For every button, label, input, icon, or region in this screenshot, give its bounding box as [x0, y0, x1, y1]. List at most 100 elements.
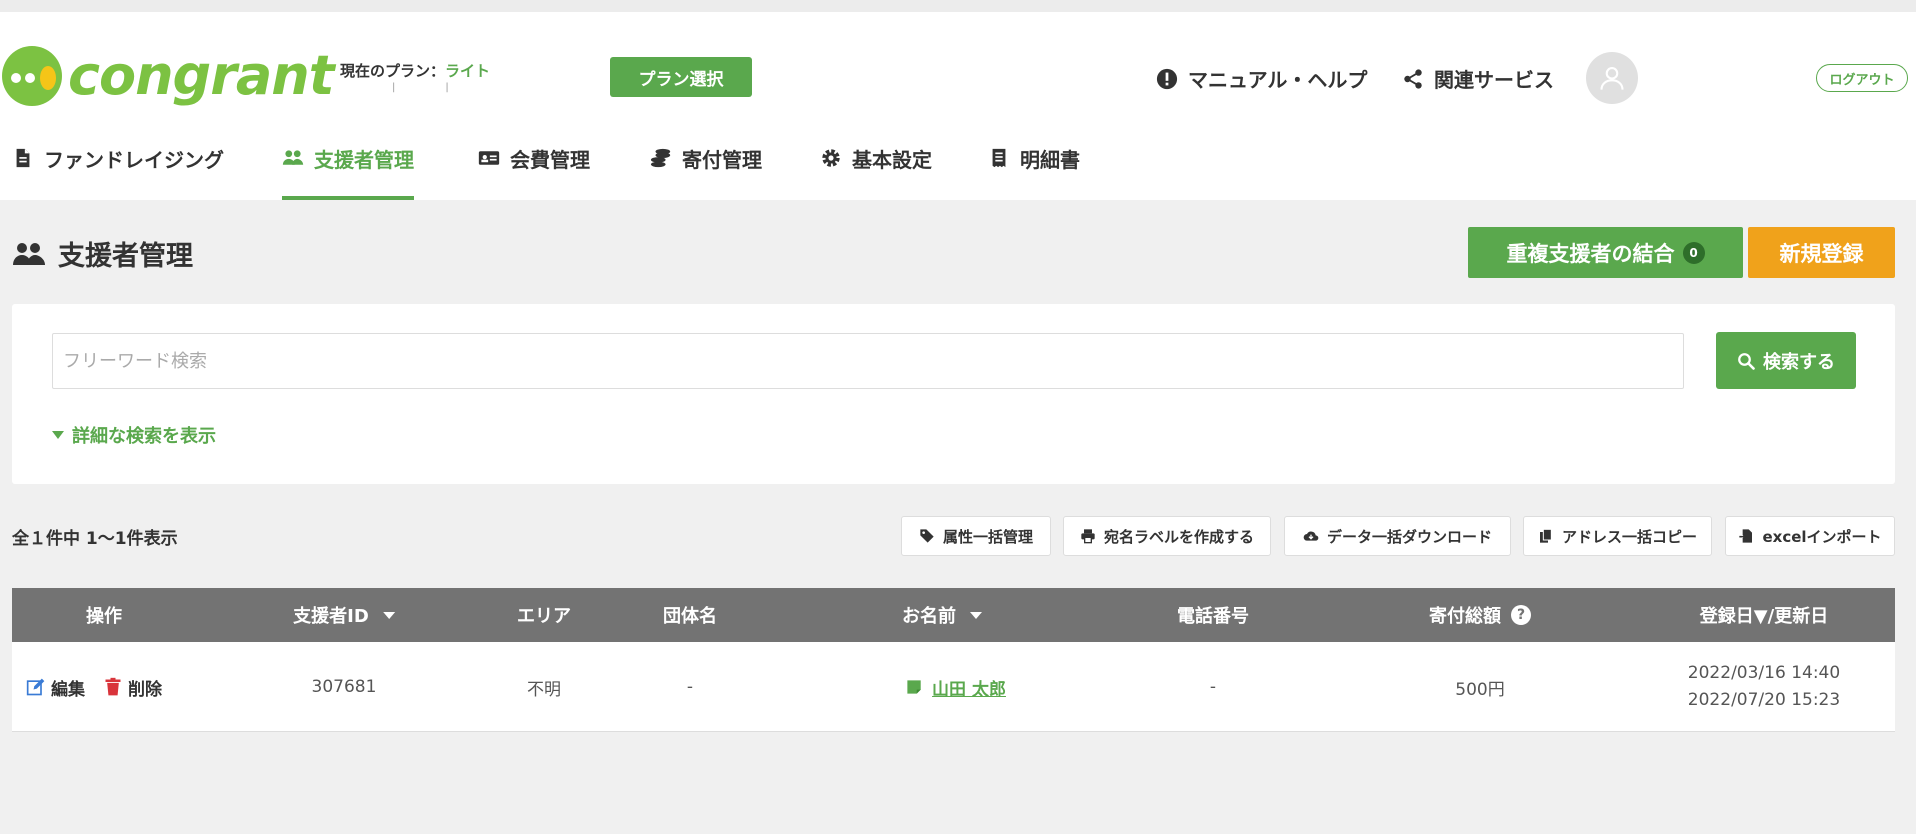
advanced-search-toggle[interactable]: 詳細な検索を表示 [52, 422, 216, 448]
users-icon [13, 242, 45, 265]
nav-item-statements[interactable]: 明細書 [988, 120, 1080, 200]
excel-import-button[interactable]: excelインポート [1725, 516, 1895, 556]
bulk-download-button[interactable]: データ一括ダウンロード [1284, 516, 1511, 556]
page-title: 支援者管理 [12, 234, 193, 273]
tool-label: アドレス一括コピー [1561, 527, 1697, 546]
cell-supporter-id: 307681 [311, 677, 377, 697]
col-actions: 操作 [86, 588, 122, 642]
advanced-search-label: 詳細な検索を表示 [72, 426, 216, 447]
header-label: 登録日▼/更新日 [1699, 606, 1829, 627]
cell-phone: - [1209, 677, 1217, 697]
nav-item-membership[interactable]: 会費管理 [478, 120, 590, 200]
search-icon [1738, 352, 1755, 370]
receipt-icon [992, 148, 1006, 168]
tool-label: excelインポート [1762, 527, 1882, 546]
document-icon [16, 148, 30, 168]
users-icon [282, 150, 304, 165]
cell-name: 山田 太郎 [906, 642, 1006, 732]
tool-label: データ一括ダウンロード [1326, 527, 1492, 546]
col-total-donations: 寄付総額? [1429, 588, 1531, 642]
supporters-table: 操作 支援者ID エリア 団体名 お名前 電話番号 寄付総額? 登録日▼/更新日… [12, 588, 1895, 732]
cloud-download-icon [1303, 531, 1319, 541]
services-link[interactable]: 関連サービス [1402, 64, 1554, 93]
search-panel: 検索する 詳細な検索を表示 [12, 304, 1895, 484]
top-gap [0, 0, 1916, 12]
nav-item-donations[interactable]: 寄付管理 [650, 120, 762, 200]
merge-button-label: 重複支援者の結合 [1506, 241, 1675, 266]
header-label: 支援者ID [293, 606, 369, 627]
sort-caret-icon [382, 611, 395, 619]
merge-duplicates-button[interactable]: 重複支援者の結合 0 [1468, 227, 1743, 278]
table-row: 編集 削除 307681 不明 - 山田 太郎 - 500円 2022/03/1… [12, 642, 1895, 732]
help-icon[interactable]: ? [1511, 605, 1531, 625]
plan-select-button[interactable]: プラン選択 [610, 57, 752, 97]
page-title-text: 支援者管理 [58, 241, 193, 272]
nav-item-label: 基本設定 [852, 147, 932, 172]
plan-value: ライト [445, 62, 491, 80]
edit-button[interactable]: 編集 [26, 675, 85, 700]
merge-count-badge: 0 [1682, 241, 1705, 264]
row-actions: 編集 削除 [26, 642, 162, 732]
col-dates[interactable]: 登録日▼/更新日 [1700, 588, 1828, 642]
print-icon [1081, 529, 1095, 544]
col-organization: 団体名 [663, 588, 717, 642]
supporter-name-link[interactable]: 山田 太郎 [932, 675, 1006, 700]
bulk-attribute-button[interactable]: 属性一括管理 [901, 516, 1051, 556]
search-input[interactable] [52, 333, 1684, 389]
new-registration-button[interactable]: 新規登録 [1748, 227, 1895, 278]
search-button-label: 検索する [1763, 351, 1835, 373]
result-count: 全１件中 1〜1件表示 [12, 529, 178, 549]
gear-icon [822, 149, 840, 167]
header-label: お名前 [902, 606, 956, 627]
app-header: congrant 現在のプラン：ライト || プラン選択 マニュアル・ヘルプ 関… [0, 12, 1916, 200]
registered-date: 2022/03/16 14:40 [1687, 663, 1841, 683]
header-label: 寄付総額 [1429, 606, 1501, 627]
user-avatar[interactable] [1586, 52, 1638, 104]
plan-ticks: || [392, 82, 499, 93]
nav-item-label: 支援者管理 [314, 147, 414, 172]
header-label: 電話番号 [1177, 606, 1249, 627]
edit-label: 編集 [51, 679, 85, 700]
caret-down-icon [52, 431, 64, 439]
share-icon [1404, 68, 1422, 89]
col-supporter-id[interactable]: 支援者ID [293, 588, 395, 642]
nav-item-label: 会費管理 [510, 147, 590, 172]
logo-mark-icon [0, 44, 64, 108]
current-plan: 現在のプラン：ライト [340, 60, 490, 81]
delete-label: 削除 [128, 679, 162, 700]
header-label: 団体名 [663, 606, 717, 627]
cell-dates: 2022/03/16 14:40 2022/07/20 15:23 [1688, 642, 1840, 732]
cell-organization: - [686, 677, 694, 697]
copy-icon [1539, 528, 1552, 543]
nav-item-label: 寄付管理 [682, 147, 762, 172]
coins-icon [650, 148, 671, 168]
tool-label: 宛名ラベルを作成する [1103, 527, 1254, 546]
col-area: エリア [517, 588, 571, 642]
sort-caret-icon [970, 611, 982, 619]
col-phone: 電話番号 [1177, 588, 1249, 642]
address-label-button[interactable]: 宛名ラベルを作成する [1063, 516, 1271, 556]
delete-button[interactable]: 削除 [103, 675, 162, 700]
congrant-logo[interactable]: congrant [0, 44, 335, 108]
id-card-icon [478, 151, 500, 165]
help-link-label: マニュアル・ヘルプ [1188, 68, 1368, 92]
col-name[interactable]: お名前 [902, 588, 982, 642]
alert-circle-icon [1156, 68, 1178, 89]
nav-item-settings[interactable]: 基本設定 [820, 120, 932, 200]
edit-icon [26, 678, 45, 696]
search-button[interactable]: 検索する [1716, 332, 1856, 389]
nav-item-supporters[interactable]: 支援者管理 [282, 120, 414, 200]
address-copy-button[interactable]: アドレス一括コピー [1523, 516, 1712, 556]
plan-label: 現在のプラン： [340, 62, 446, 80]
user-icon [1600, 67, 1624, 90]
cell-total-donations: 500円 [1455, 679, 1505, 700]
file-import-icon [1739, 529, 1753, 543]
logout-button[interactable]: ログアウト [1816, 64, 1908, 92]
updated-date: 2022/07/20 15:23 [1687, 690, 1841, 710]
tags-icon [920, 529, 934, 543]
help-link[interactable]: マニュアル・ヘルプ [1156, 64, 1367, 93]
services-link-label: 関連サービス [1434, 68, 1554, 92]
nav-item-fundraising[interactable]: ファンドレイジング [12, 120, 224, 200]
logo-text: congrant [68, 44, 335, 107]
tool-label: 属性一括管理 [942, 527, 1033, 546]
